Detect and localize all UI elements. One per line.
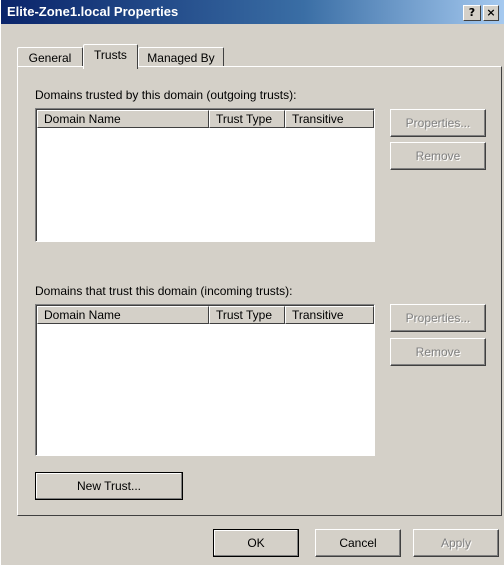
close-button[interactable]: × [483, 5, 499, 21]
incoming-properties-button[interactable]: Properties... [390, 304, 486, 332]
column-trust-type[interactable]: Trust Type [209, 306, 285, 324]
outgoing-list-header: Domain Name Trust Type Transitive [37, 110, 374, 128]
incoming-trusts-list[interactable]: Domain Name Trust Type Transitive [35, 304, 375, 456]
help-button[interactable]: ? [463, 5, 481, 21]
column-trust-type[interactable]: Trust Type [209, 110, 285, 128]
tab-managed-by[interactable]: Managed By [138, 47, 224, 67]
incoming-list-header: Domain Name Trust Type Transitive [37, 306, 374, 324]
column-domain-name[interactable]: Domain Name [37, 110, 209, 128]
outgoing-remove-button[interactable]: Remove [390, 142, 486, 170]
window-title: Elite-Zone1.local Properties [7, 4, 179, 19]
cancel-button[interactable]: Cancel [315, 529, 401, 557]
column-transitive[interactable]: Transitive [285, 306, 374, 324]
incoming-trusts-label: Domains that trust this domain (incoming… [35, 284, 293, 298]
outgoing-trusts-label: Domains trusted by this domain (outgoing… [35, 88, 297, 102]
new-trust-button[interactable]: New Trust... [35, 472, 183, 500]
title-bar[interactable]: Elite-Zone1.local Properties ? × [1, 0, 504, 24]
incoming-remove-button[interactable]: Remove [390, 338, 486, 366]
properties-window: Elite-Zone1.local Properties ? × General… [0, 0, 504, 565]
outgoing-properties-button[interactable]: Properties... [390, 109, 486, 137]
outgoing-trusts-list[interactable]: Domain Name Trust Type Transitive [35, 108, 375, 242]
column-transitive[interactable]: Transitive [285, 110, 374, 128]
tab-trusts[interactable]: Trusts [83, 44, 138, 69]
apply-button[interactable]: Apply [413, 529, 499, 557]
tab-general[interactable]: General [17, 47, 83, 67]
column-domain-name[interactable]: Domain Name [37, 306, 209, 324]
ok-button[interactable]: OK [213, 529, 299, 557]
